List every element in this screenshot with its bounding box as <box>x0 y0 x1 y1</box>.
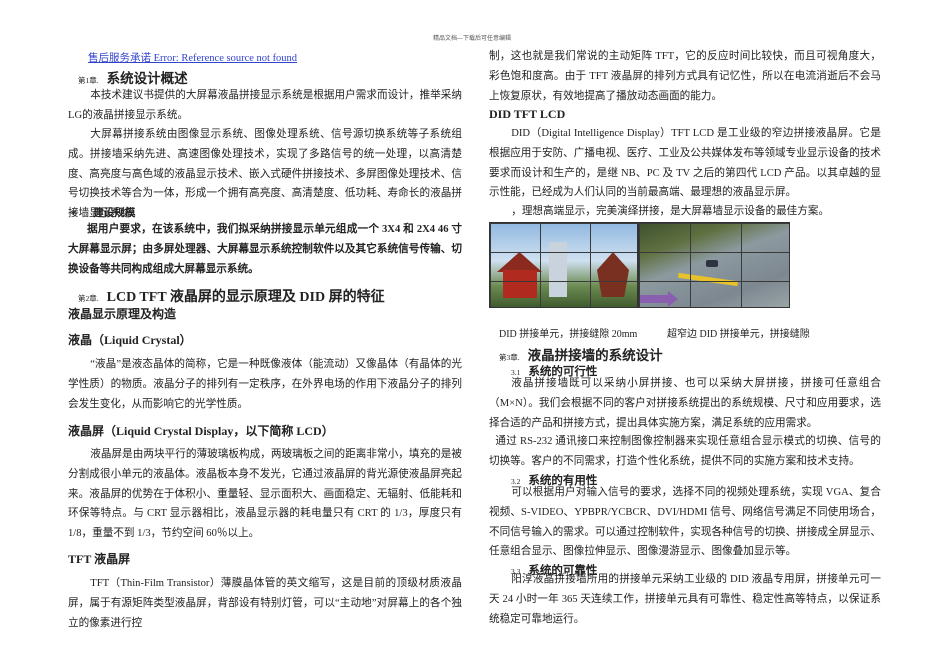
image-caption-left: DID 拼接单元，拼接缝隙 20mm <box>499 329 638 340</box>
paragraph: ，理想高端显示，完美演绎拼接，是大屏幕墙显示设备的最佳方案。 <box>511 206 830 217</box>
chapter-number: 第1章. <box>78 76 99 85</box>
page-header: 精品文档---下载后可任意编辑 <box>433 36 511 42</box>
chapter-title: 系统设计概述 <box>106 71 188 86</box>
subsection-heading: DID TFT LCD <box>489 107 566 121</box>
paragraph: “液晶”是液态晶体的简称，它是一种既像液体（能流动）又像晶体（有晶体的光学性质）… <box>68 359 462 410</box>
chapter-number: 第3章. <box>499 353 520 362</box>
subsection-heading: 液晶（Liquid Crystal） <box>68 333 192 347</box>
bullet-icon: ∗ <box>70 208 78 219</box>
paragraph-bold: 据用户要求，在该系统中，我们拟采纳拼接显示单元组成一个 3X4 和 2X4 46… <box>68 224 462 275</box>
paragraph: 液晶拼接墙既可以采纳小屏拼接、也可以采纳大屏拼接，拼接可任意组合（M×N）。我们… <box>489 378 881 429</box>
subsection-heading: 液晶屏（Liquid Crystal Display，以下简称 LCD） <box>68 424 334 438</box>
paragraph: 可以根据用户对输入信号的要求，选择不同的视频处理系统，实现 VGA、复合视频、S… <box>489 487 881 558</box>
arrow-head-icon <box>668 291 678 307</box>
chapter-number: 第2章. <box>78 294 99 303</box>
paragraph: 阳淳液晶拼接墙所用的拼接单元采纳工业级的 DID 液晶专用屏，拼接单元可一天 2… <box>489 574 881 625</box>
chapter-2-heading: 第2章. LCD TFT 液晶屏的显示原理及 DID 屏的特征 <box>78 286 385 306</box>
did-splice-wall-image <box>489 222 638 308</box>
paragraph: 液晶屏是由两块平行的薄玻璃板构成，两玻璃板之间的距离非常小，填充的是被分割成很小… <box>68 449 462 540</box>
paragraph: DID（Digital Intelligence Display）TFT LCD… <box>489 128 881 199</box>
chapter-1-heading: 第1章. 系统设计概述 <box>78 67 188 87</box>
subsection-heading: TFT 液晶屏 <box>68 552 131 566</box>
chapter-title: LCD TFT 液晶屏的显示原理及 DID 屏的特征 <box>106 290 385 305</box>
bullet-title: 建设规模 <box>93 208 136 219</box>
paragraph: 制，这也就是我们常说的主动矩阵 TFT，它的反应时间比较快，而且可视角度大，彩色… <box>489 51 881 102</box>
image-caption-right: 超窄边 DID 拼接单元，拼接缝隙 <box>667 329 810 340</box>
arrow-icon <box>640 295 670 303</box>
bullet-heading: ∗ 建设规模 <box>70 205 135 220</box>
chapter-3-heading: 第3章. 液晶拼接墙的系统设计 <box>499 344 663 364</box>
toc-link[interactable]: 售后服务承诺 Error: Reference source not found <box>88 50 297 65</box>
paragraph: 本技术建议书提供的大屏幕液晶拼接显示系统是根据用户需求而设计，推举采纳LG的液晶… <box>68 90 462 121</box>
paragraph: TFT（Thin-Film Transistor）薄膜晶体管的英文缩写，这是目前… <box>68 578 462 629</box>
chapter-title: 液晶拼接墙的系统设计 <box>527 348 663 363</box>
paragraph: 通过 RS-232 通讯接口来控制图像控制器来实现任意组合显示模式的切换、信号的… <box>489 436 881 467</box>
section-heading: 液晶显示原理及构造 <box>68 307 177 321</box>
